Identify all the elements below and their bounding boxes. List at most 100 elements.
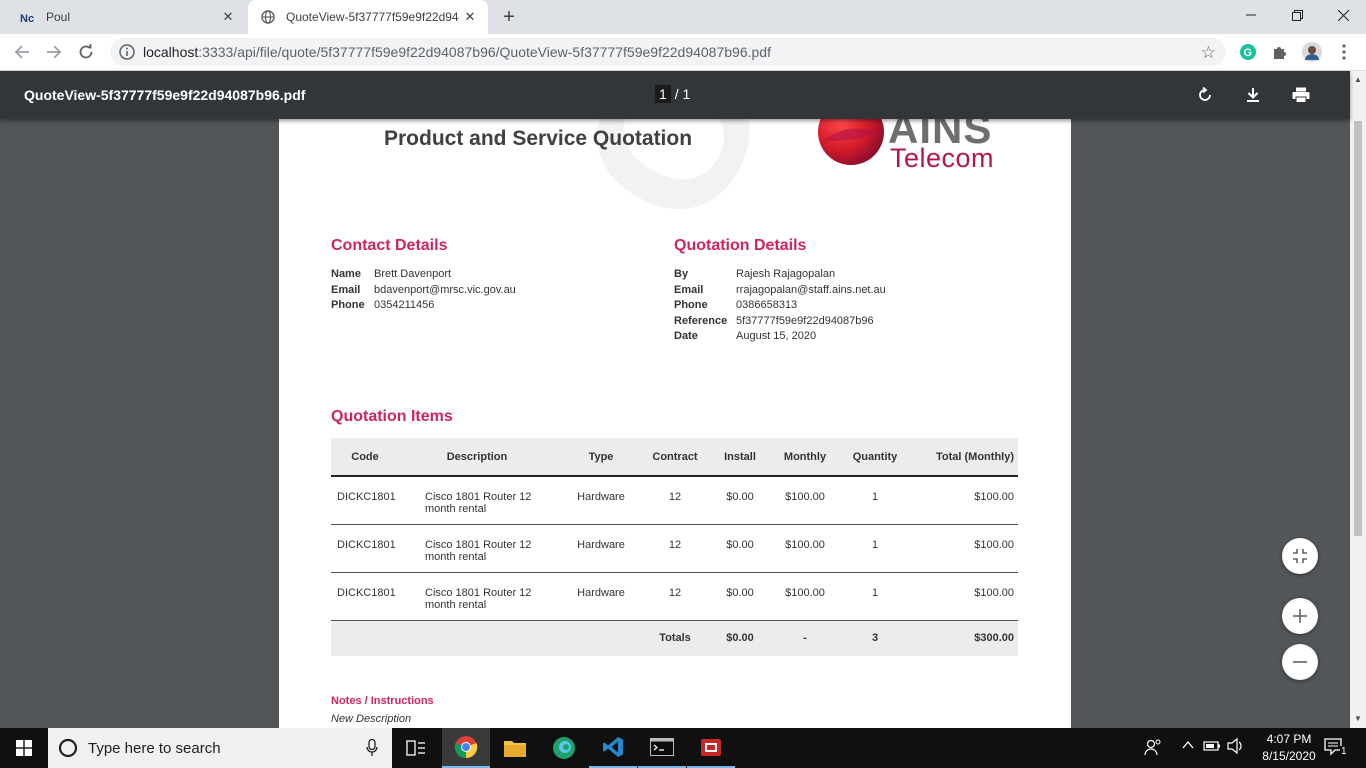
url-host: localhost — [143, 44, 199, 60]
browser-tab-strip: Nc Poul ✕ QuoteView-5f37777f59e9f22d94 ✕… — [0, 0, 1366, 34]
quotation-key: Date — [674, 330, 698, 342]
zoom-in-icon[interactable] — [1282, 598, 1318, 634]
back-arrow-icon[interactable] — [10, 40, 34, 64]
tab-close-icon[interactable]: ✕ — [462, 9, 478, 25]
forward-arrow-icon[interactable] — [42, 40, 66, 64]
quotation-value: 0386658313 — [736, 299, 798, 311]
item-monthly: $100.00 — [777, 572, 833, 621]
page-indicator: 1 / 1 — [655, 85, 691, 103]
battery-icon[interactable] — [1203, 738, 1221, 757]
quotation-items-heading: Quotation Items — [331, 408, 453, 425]
rotate-icon[interactable] — [1193, 83, 1217, 107]
item-code: DICKC1801 — [331, 572, 399, 621]
restore-icon[interactable] — [1274, 0, 1320, 30]
company-logo: AINS Telecom — [817, 119, 1017, 181]
column-header: Install — [703, 438, 777, 477]
contact-details: Name Brett Davenport Email bdavenport@mrsc… — [331, 267, 516, 314]
column-header: Total (Monthly) — [917, 438, 1018, 477]
bookmark-star-icon[interactable]: ☆ — [1201, 43, 1216, 63]
vscode-icon[interactable] — [589, 728, 637, 768]
page-total: / 1 — [674, 86, 691, 102]
column-header: Quantity — [833, 438, 917, 477]
profile-avatar[interactable] — [1302, 42, 1322, 62]
tab-title: Poul — [46, 10, 71, 24]
tab-close-icon[interactable]: ✕ — [220, 9, 236, 25]
new-tab-icon[interactable]: + — [498, 6, 520, 28]
item-code: DICKC1801 — [331, 476, 399, 525]
item-quantity: 1 — [833, 524, 917, 573]
contact-row: Name Brett Davenport — [331, 267, 516, 283]
quotation-key: Reference — [674, 314, 728, 327]
chrome-taskbar-icon[interactable] — [442, 728, 490, 768]
table-row: DICKC1801 Cisco 1801 Router 12 month ren… — [331, 476, 1018, 525]
item-description: Cisco 1801 Router 12 month rental — [399, 476, 555, 525]
fit-to-page-icon[interactable] — [1282, 538, 1318, 574]
document-title: Product and Service Quotation — [384, 127, 693, 150]
item-type: Hardware — [555, 524, 647, 573]
totals-empty — [399, 620, 555, 656]
notification-center-icon[interactable]: 1 — [1324, 737, 1348, 760]
people-icon[interactable] — [1144, 738, 1162, 759]
globe-icon — [260, 9, 276, 25]
contact-key: Name — [331, 268, 361, 280]
edge-browser-icon[interactable] — [540, 728, 588, 768]
contact-row: Phone 0354211456 — [331, 298, 516, 314]
quotation-value: Rajesh Rajagopalan — [736, 268, 836, 280]
contact-value: Brett Davenport — [374, 268, 452, 280]
quotation-details-heading: Quotation Details — [674, 237, 807, 254]
tab-quoteview[interactable]: QuoteView-5f37777f59e9f22d94 ✕ — [248, 0, 488, 34]
scrollbar-thumb[interactable] — [1354, 121, 1362, 536]
terminal-icon[interactable] — [638, 728, 686, 768]
quotation-value: 5f37777f59e9f22d94087b96 — [736, 314, 874, 327]
volume-icon[interactable] — [1227, 737, 1245, 757]
item-quantity: 1 — [833, 476, 917, 525]
table-header-row: Code Description Type Contract Install M… — [331, 438, 1018, 477]
logo-text-telecom: Telecom — [890, 143, 995, 173]
file-explorer-icon[interactable] — [491, 728, 539, 768]
quotation-items-table: Code Description Type Contract Install M… — [331, 438, 1018, 656]
pdf-page: Only Product and Service Quotation AINS … — [279, 119, 1071, 728]
toolbox-app-icon[interactable] — [687, 728, 735, 768]
quotation-value: rrajagopalan@staff.ains.net.au — [736, 283, 886, 296]
quotation-key: Phone — [674, 299, 708, 311]
address-bar[interactable]: localhost:3333/api/file/quote/5f37777f59… — [110, 38, 1226, 66]
totals-quantity: 3 — [833, 620, 917, 656]
grammarly-extension-icon[interactable]: G — [1238, 42, 1258, 62]
quotation-row: Phone 0386658313 — [674, 298, 886, 314]
zoom-out-icon[interactable] — [1282, 644, 1318, 680]
info-icon[interactable] — [118, 43, 136, 61]
item-contract: 12 — [647, 524, 703, 573]
extensions-puzzle-icon[interactable] — [1270, 42, 1290, 62]
window-close-icon[interactable] — [1320, 0, 1366, 30]
minimize-icon[interactable] — [1228, 0, 1274, 30]
totals-empty — [331, 620, 399, 656]
microphone-icon[interactable] — [366, 739, 378, 757]
start-windows-icon[interactable] — [0, 728, 48, 768]
taskbar-search-box[interactable]: Type here to search — [48, 728, 392, 768]
item-type: Hardware — [555, 572, 647, 621]
system-clock[interactable]: 4:07 PM 8/15/2020 — [1258, 731, 1320, 765]
item-install: $0.00 — [703, 476, 777, 525]
totals-label: Totals — [647, 620, 703, 656]
print-icon[interactable] — [1289, 83, 1313, 107]
menu-kebab-icon[interactable] — [1334, 42, 1354, 62]
contact-value: bdavenport@mrsc.vic.gov.au — [374, 283, 516, 296]
item-contract: 12 — [647, 476, 703, 525]
vertical-scrollbar[interactable]: ▲ ▼ — [1350, 71, 1366, 728]
url-path: :3333/api/file/quote/5f37777f59e9f22d940… — [198, 44, 771, 60]
chevron-up-icon[interactable] — [1181, 738, 1195, 755]
page-number-input[interactable]: 1 — [655, 85, 671, 103]
tab-poul[interactable]: Nc Poul ✕ — [8, 0, 246, 34]
scroll-up-icon[interactable]: ▲ — [1354, 75, 1362, 84]
totals-install: $0.00 — [703, 620, 777, 656]
notification-count: 1 — [1340, 746, 1348, 757]
quotation-value: August 15, 2020 — [736, 330, 817, 342]
scroll-down-icon[interactable]: ▼ — [1354, 714, 1362, 723]
reload-icon[interactable] — [74, 40, 98, 64]
url-text: localhost:3333/api/file/quote/5f37777f59… — [143, 44, 771, 60]
contact-key: Phone — [331, 299, 365, 311]
task-view-icon[interactable] — [392, 728, 440, 768]
download-icon[interactable] — [1241, 83, 1265, 107]
svg-text:Nc: Nc — [20, 13, 34, 23]
contact-details-heading: Contact Details — [331, 237, 448, 254]
